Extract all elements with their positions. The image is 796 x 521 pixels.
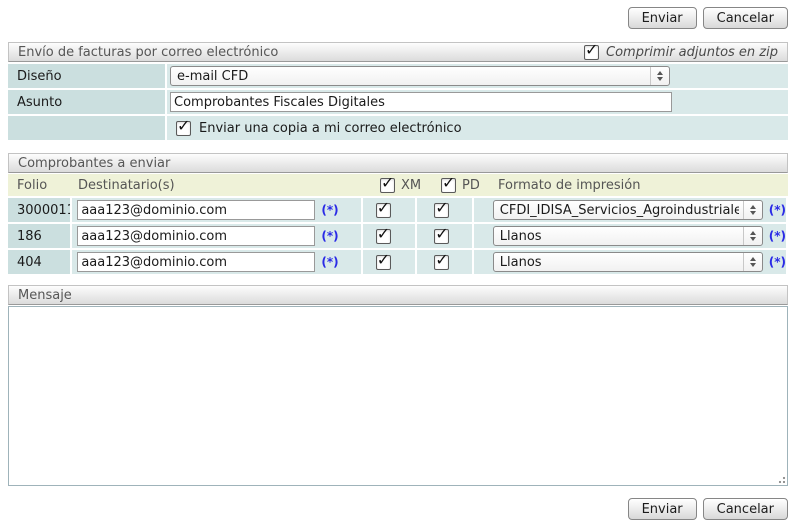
pdf-cell xyxy=(417,198,472,222)
cancel-button-top[interactable]: Cancelar xyxy=(703,7,788,29)
format-required-link[interactable]: (*) xyxy=(769,255,786,269)
copy-row: Enviar una copia a mi correo electrónico xyxy=(8,116,788,140)
recipient-required-link[interactable]: (*) xyxy=(321,229,338,243)
design-select[interactable]: e-mail CFD xyxy=(170,66,670,86)
documents-table-header: Folio Destinatario(s) XML PDF Formato de… xyxy=(8,174,788,196)
select-spinner-icon xyxy=(743,253,762,271)
column-header-recipients: Destinatario(s) xyxy=(73,178,367,193)
xml-column-label: XML xyxy=(401,178,422,193)
column-header-xml: XML xyxy=(367,178,422,193)
design-field-cell: e-mail CFD xyxy=(167,64,788,88)
format-select-value: CFDI_IDISA_Servicios_Agroindustriales_Te… xyxy=(500,203,739,218)
format-select-value: Llanos xyxy=(500,255,739,270)
xml-cell xyxy=(363,250,416,274)
xml-select-all-checkbox[interactable] xyxy=(380,178,395,193)
pdf-cell xyxy=(417,250,472,274)
pdf-select-all-checkbox[interactable] xyxy=(441,178,456,193)
send-button-top[interactable]: Enviar xyxy=(628,7,697,29)
pdf-checkbox[interactable] xyxy=(434,203,449,218)
recipients-cell: (*) xyxy=(72,198,360,222)
cancel-button-bottom[interactable]: Cancelar xyxy=(703,498,788,520)
format-select[interactable]: Llanos xyxy=(493,226,763,246)
folio-cell: 3000011 xyxy=(8,198,70,222)
email-section-header: Envío de facturas por correo electrónico… xyxy=(8,42,788,62)
message-section-title: Mensaje xyxy=(18,288,72,303)
copy-row-empty-label xyxy=(8,116,165,140)
xml-cell xyxy=(363,198,416,222)
message-textarea[interactable] xyxy=(8,306,788,486)
documents-section-title: Comprobantes a enviar xyxy=(18,156,170,171)
pdf-cell xyxy=(417,224,472,248)
subject-input[interactable] xyxy=(170,92,672,112)
recipients-cell: (*) xyxy=(72,250,360,274)
zip-option: Comprimir adjuntos en zip xyxy=(584,45,778,60)
subject-row: Asunto xyxy=(8,90,788,114)
select-spinner-icon xyxy=(743,227,762,245)
recipients-cell: (*) xyxy=(72,224,360,248)
format-required-link[interactable]: (*) xyxy=(769,229,786,243)
design-label: Diseño xyxy=(8,64,165,88)
recipient-email-input[interactable] xyxy=(77,200,315,220)
table-row: 404 (*) Llanos (*) xyxy=(8,250,788,274)
select-spinner-icon xyxy=(650,67,669,85)
xml-cell xyxy=(363,224,416,248)
recipient-email-input[interactable] xyxy=(77,226,315,246)
select-spinner-icon xyxy=(743,201,762,219)
pdf-checkbox[interactable] xyxy=(434,255,449,270)
folio-cell: 404 xyxy=(8,250,70,274)
recipient-required-link[interactable]: (*) xyxy=(321,203,338,217)
format-select[interactable]: Llanos xyxy=(493,252,763,272)
xml-checkbox[interactable] xyxy=(376,203,391,218)
pdf-column-label: PDF xyxy=(462,178,479,193)
zip-checkbox-label: Comprimir adjuntos en zip xyxy=(606,45,778,60)
column-header-format: Formato de impresión xyxy=(479,178,788,193)
recipient-required-link[interactable]: (*) xyxy=(321,255,338,269)
design-select-value: e-mail CFD xyxy=(177,69,646,84)
send-button-bottom[interactable]: Enviar xyxy=(628,498,697,520)
format-select[interactable]: CFDI_IDISA_Servicios_Agroindustriales_Te… xyxy=(493,200,763,220)
subject-label: Asunto xyxy=(8,90,165,114)
column-header-pdf: PDF xyxy=(422,178,479,193)
format-cell: Llanos (*) xyxy=(474,224,786,248)
folio-cell: 186 xyxy=(8,224,70,248)
bottom-action-bar: Enviar Cancelar xyxy=(8,498,788,520)
subject-field-cell xyxy=(167,90,788,114)
copy-checkbox[interactable] xyxy=(176,121,191,136)
recipient-email-input[interactable] xyxy=(77,252,315,272)
email-section-title: Envío de facturas por correo electrónico xyxy=(18,45,278,60)
format-cell: CFDI_IDISA_Servicios_Agroindustriales_Te… xyxy=(474,198,786,222)
top-action-bar: Enviar Cancelar xyxy=(8,7,788,29)
table-row: 186 (*) Llanos (*) xyxy=(8,224,788,248)
format-select-value: Llanos xyxy=(500,229,739,244)
xml-checkbox[interactable] xyxy=(376,255,391,270)
copy-field-cell: Enviar una copia a mi correo electrónico xyxy=(167,116,788,140)
message-section-header: Mensaje xyxy=(8,285,788,305)
pdf-checkbox[interactable] xyxy=(434,229,449,244)
xml-checkbox[interactable] xyxy=(376,229,391,244)
email-invoice-form: Enviar Cancelar Envío de facturas por co… xyxy=(0,0,796,520)
format-required-link[interactable]: (*) xyxy=(769,203,786,217)
design-row: Diseño e-mail CFD xyxy=(8,64,788,88)
zip-checkbox[interactable] xyxy=(584,45,599,60)
format-cell: Llanos (*) xyxy=(474,250,786,274)
column-header-folio: Folio xyxy=(8,178,73,193)
message-area-wrap xyxy=(8,306,788,486)
copy-checkbox-label: Enviar una copia a mi correo electrónico xyxy=(199,121,462,136)
table-row: 3000011 (*) CFDI_IDISA_Servicios_Agroind… xyxy=(8,198,788,222)
documents-section-header: Comprobantes a enviar xyxy=(8,153,788,173)
